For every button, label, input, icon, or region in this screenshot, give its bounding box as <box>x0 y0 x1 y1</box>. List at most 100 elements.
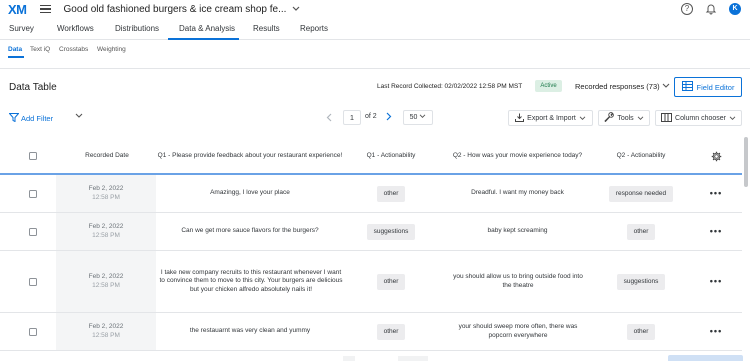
header-recorded-date[interactable]: Recorded Date <box>62 137 152 175</box>
actionability-chip[interactable]: suggestions <box>616 273 666 290</box>
actionability-chip[interactable]: other <box>376 185 406 202</box>
q2-response-cell: you should allow us to bring outside foo… <box>453 273 583 289</box>
table-toolbar: Add Filter 1 of 2 50 Export & Import Too… <box>0 108 750 130</box>
export-import-label: Export & Import <box>527 114 576 122</box>
actionability-chip[interactable]: suggestions <box>366 223 416 240</box>
subtab-weighting[interactable]: Weighting <box>97 46 126 53</box>
per-page-value: 50 <box>409 114 418 121</box>
subtab-text-iq[interactable]: Text iQ <box>30 46 50 53</box>
row-select-cell <box>22 213 44 250</box>
q2-response-cell: your should sweep more often, there was … <box>458 323 578 339</box>
chevron-down-icon <box>729 116 736 120</box>
recorded-date-cell: Feb 2, 2022 12:58 PM <box>56 213 156 250</box>
time-text: 12:58 PM <box>92 193 120 201</box>
chevron-down-icon[interactable] <box>75 113 83 121</box>
header-q1[interactable]: Q1 - Please provide feedback about your … <box>155 137 345 175</box>
chevron-down-icon <box>579 116 586 120</box>
more-icon[interactable]: ••• <box>703 175 729 212</box>
q1-actionability-cell: suggestions <box>350 213 432 250</box>
chevron-down-icon[interactable] <box>292 5 300 14</box>
tab-reports[interactable]: Reports <box>300 24 328 33</box>
recorded-date-cell: Feb 2, 2022 12:58 PM <box>56 251 156 312</box>
q1-actionability-cell: other <box>350 313 432 350</box>
filter-icon <box>8 113 20 124</box>
q2-actionability-cell: suggestions <box>597 251 685 312</box>
help-icon[interactable]: ? <box>681 3 693 15</box>
page-input[interactable]: 1 <box>343 110 361 125</box>
chevron-right-icon[interactable] <box>386 112 392 123</box>
q2-response-cell: Dreadful. I want my money back <box>471 189 564 197</box>
actionability-chip[interactable]: other <box>626 223 656 240</box>
column-chooser-label: Column chooser <box>675 114 726 122</box>
more-icon[interactable]: ••• <box>703 313 729 350</box>
table-header: Recorded Date Q1 - Please provide feedba… <box>0 137 742 175</box>
tab-data-analysis[interactable]: Data & Analysis <box>179 24 235 33</box>
tab-survey[interactable]: Survey <box>9 24 34 33</box>
header-q2[interactable]: Q2 - How was your movie experience today… <box>445 137 590 175</box>
q1-response-cell: Can we get more sauce flavors for the bu… <box>181 227 319 235</box>
row-checkbox[interactable] <box>29 277 37 286</box>
q1-response-cell: Amazingg, I love your place <box>210 189 290 197</box>
per-page-select[interactable]: 50 <box>403 110 433 125</box>
more-icon[interactable]: ••• <box>703 213 729 250</box>
tools-button[interactable]: Tools <box>598 110 650 126</box>
column-chooser-button[interactable]: Column chooser <box>655 110 742 126</box>
actionability-chip[interactable]: other <box>376 323 406 340</box>
add-filter-label: Add Filter <box>21 114 54 123</box>
avatar[interactable]: K <box>729 3 741 15</box>
q1-response-cell: the restauarnt was very clean and yummy <box>189 327 311 335</box>
page-count: of 2 <box>365 113 377 120</box>
subtab-crosstabs[interactable]: Crosstabs <box>59 46 88 53</box>
q1-response-cell: I take new company recruits to this rest… <box>159 268 343 293</box>
actionability-chip[interactable]: response needed <box>608 185 674 202</box>
recorded-responses-label: Recorded responses (73) <box>575 82 660 91</box>
footer-control <box>343 356 355 361</box>
select-all-checkbox[interactable] <box>29 152 37 160</box>
gear-icon[interactable] <box>703 137 729 175</box>
q2-actionability-cell: other <box>597 213 685 250</box>
actionability-chip[interactable]: other <box>376 273 406 290</box>
q2-response-cell: baby kept screaming <box>487 227 548 235</box>
hamburger-icon[interactable] <box>39 4 51 14</box>
tab-distributions[interactable]: Distributions <box>115 24 159 33</box>
q2-actionability-cell: other <box>597 313 685 350</box>
actionability-chip[interactable]: other <box>626 323 656 340</box>
subtab-data[interactable]: Data <box>8 46 22 53</box>
table-row: Feb 2, 2022 12:58 PM I take new company … <box>0 251 742 313</box>
download-icon <box>515 113 525 124</box>
select-all-cell <box>22 137 44 175</box>
recorded-responses-dropdown[interactable]: Recorded responses (73) <box>575 82 670 91</box>
table-row: Feb 2, 2022 12:58 PM Can we get more sau… <box>0 213 742 251</box>
project-title[interactable]: Good old fashioned burgers & ice cream s… <box>64 4 287 15</box>
active-subtab-indicator <box>8 56 24 58</box>
q1-actionability-cell: other <box>350 175 432 212</box>
row-select-cell <box>22 251 44 312</box>
row-checkbox[interactable] <box>29 227 37 236</box>
chevron-left-icon[interactable] <box>326 113 332 124</box>
row-checkbox[interactable] <box>29 327 37 336</box>
columns-icon <box>661 112 673 124</box>
xm-logo[interactable]: XM <box>8 2 27 17</box>
add-filter-button[interactable]: Add Filter <box>8 113 54 124</box>
tab-workflows[interactable]: Workflows <box>57 24 94 33</box>
bell-icon[interactable] <box>705 3 717 15</box>
q2-actionability-cell: response needed <box>597 175 685 212</box>
date-text: Feb 2, 2022 <box>88 323 124 330</box>
field-editor-button[interactable]: Field Editor <box>674 77 742 97</box>
date-text: Feb 2, 2022 <box>88 273 124 280</box>
field-editor-label: Field Editor <box>696 82 735 92</box>
chevron-down-icon <box>662 82 670 91</box>
date-text: Feb 2, 2022 <box>88 223 124 230</box>
row-checkbox[interactable] <box>29 189 37 198</box>
top-bar: XM Good old fashioned burgers & ice crea… <box>0 0 750 18</box>
recorded-date-cell: Feb 2, 2022 12:58 PM <box>56 175 156 212</box>
header-q2-actionability[interactable]: Q2 - Actionability <box>597 137 685 175</box>
tab-results[interactable]: Results <box>253 24 280 33</box>
header-q1-actionability[interactable]: Q1 - Actionability <box>350 137 432 175</box>
table-row: Feb 2, 2022 12:58 PM Amazingg, I love yo… <box>0 175 742 213</box>
more-icon[interactable]: ••• <box>703 251 729 312</box>
export-import-button[interactable]: Export & Import <box>508 110 593 126</box>
divider <box>0 68 750 69</box>
vertical-scrollbar[interactable] <box>744 137 748 187</box>
footer-button[interactable] <box>668 355 743 361</box>
